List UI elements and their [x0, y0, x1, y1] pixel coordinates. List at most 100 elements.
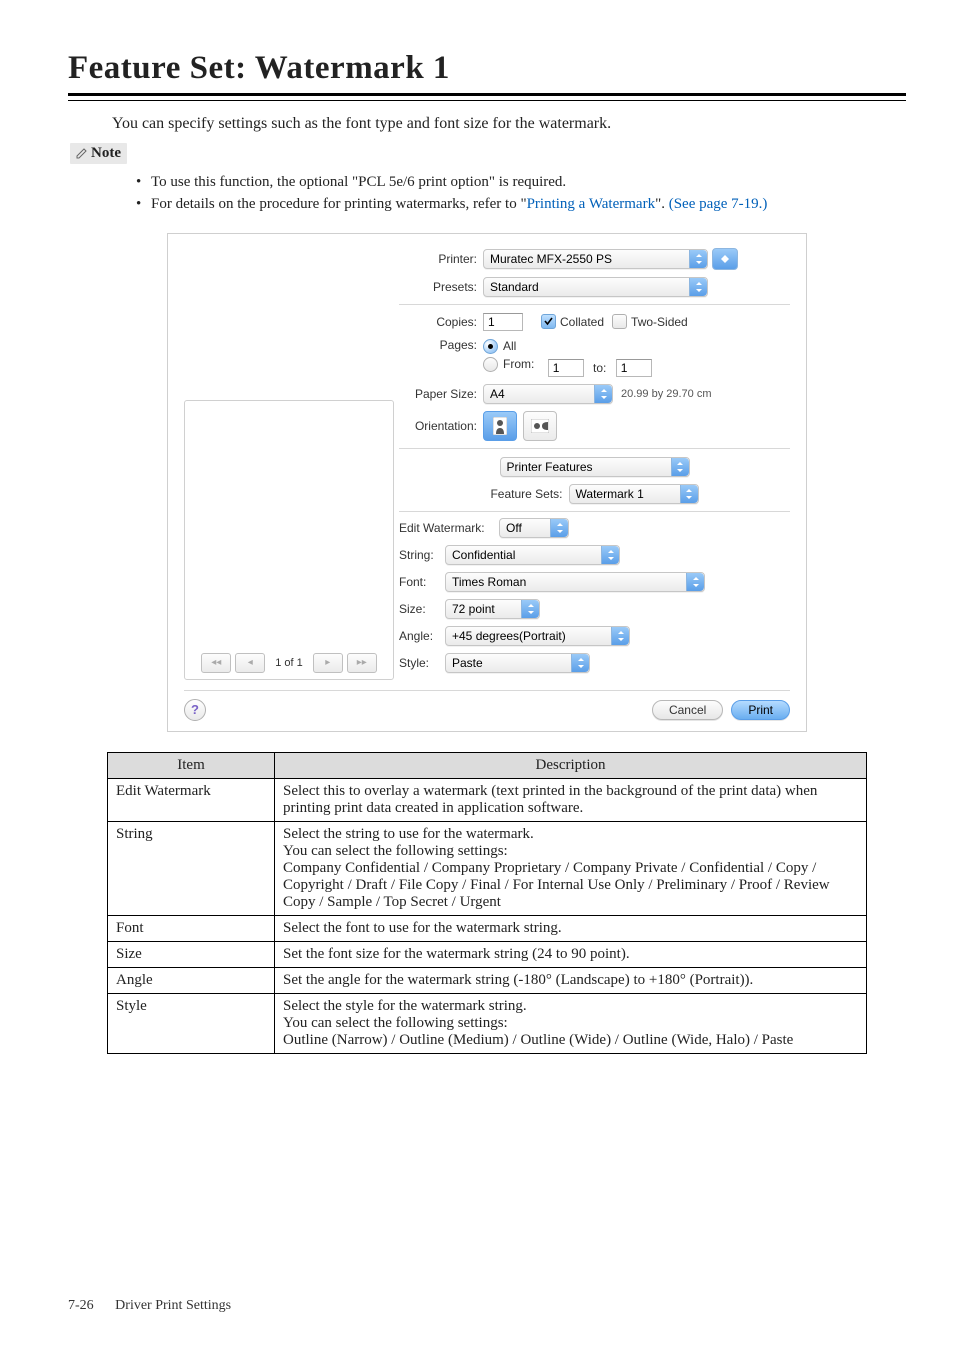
table-cell-desc: Select the font to use for the watermark… [275, 915, 867, 941]
papersize-select[interactable]: A4 [483, 384, 613, 404]
copies-input[interactable]: 1 [483, 313, 523, 331]
table-row: FontSelect the font to use for the water… [108, 915, 867, 941]
footer-page-number: 7-26 [68, 1298, 94, 1313]
cancel-button[interactable]: Cancel [652, 700, 723, 720]
link-printing-watermark[interactable]: Printing a Watermark [527, 196, 655, 212]
table-cell-item: String [108, 821, 275, 915]
note-label: Note [91, 145, 121, 161]
page-footer: 7-26 Driver Print Settings [68, 1298, 231, 1314]
orientation-label: Orientation: [399, 419, 483, 433]
size-value: 72 point [446, 602, 521, 616]
table-cell-desc: Select the style for the watermark strin… [275, 993, 867, 1053]
table-cell-desc: Select the string to use for the waterma… [275, 821, 867, 915]
table-row: StyleSelect the style for the watermark … [108, 993, 867, 1053]
list-item: For details on the procedure for printin… [136, 194, 906, 214]
chevron-updown-icon [689, 278, 707, 296]
editwm-select[interactable]: Off [499, 518, 569, 538]
page-title: Feature Set: Watermark 1 [68, 50, 906, 87]
string-select[interactable]: Confidential [445, 545, 620, 565]
style-label: Style: [399, 656, 445, 670]
bullet-text: To use this function, the optional "PCL … [151, 174, 566, 190]
table-row: AngleSet the angle for the watermark str… [108, 967, 867, 993]
printer-select-value: Muratec MFX-2550 PS [484, 252, 689, 266]
note-bullets: To use this function, the optional "PCL … [136, 172, 906, 215]
twosided-checkbox[interactable]: Two-Sided [612, 314, 688, 329]
featuresets-label: Feature Sets: [490, 487, 562, 501]
bullet-text-mid: ". [655, 196, 669, 212]
nav-prev-button[interactable]: ◂ [235, 653, 265, 673]
preview-thumbnail [191, 407, 387, 645]
pages-from-label: From: [503, 357, 534, 371]
link-see-page[interactable]: (See page 7-19.) [669, 196, 768, 212]
twosided-label: Two-Sided [631, 315, 688, 329]
angle-select[interactable]: +45 degrees(Portrait) [445, 626, 630, 646]
chevron-updown-icon [671, 458, 689, 476]
help-button[interactable]: ? [184, 699, 206, 721]
size-select[interactable]: 72 point [445, 599, 540, 619]
table-cell-desc: Set the font size for the watermark stri… [275, 941, 867, 967]
papersize-dimensions: 20.99 by 29.70 cm [621, 388, 712, 400]
nav-first-button[interactable]: ◂◂ [201, 653, 231, 673]
pages-range-radio[interactable]: From: [483, 357, 534, 372]
string-label: String: [399, 548, 445, 562]
papersize-value: A4 [484, 387, 594, 401]
chevron-updown-icon [550, 519, 568, 537]
panel-select-value: Printer Features [501, 460, 671, 474]
nav-next-button[interactable]: ▸ [313, 653, 343, 673]
printer-info-button[interactable] [712, 248, 738, 270]
table-cell-item: Font [108, 915, 275, 941]
description-table: Item Description Edit WatermarkSelect th… [107, 752, 867, 1054]
angle-label: Angle: [399, 629, 445, 643]
pages-all-radio[interactable]: All [483, 339, 516, 354]
presets-select[interactable]: Standard [483, 277, 708, 297]
orientation-portrait-button[interactable] [483, 411, 517, 441]
table-row: Edit WatermarkSelect this to overlay a w… [108, 778, 867, 821]
style-select[interactable]: Paste [445, 653, 590, 673]
printer-label: Printer: [399, 252, 483, 266]
nav-last-button[interactable]: ▸▸ [347, 653, 377, 673]
table-row: StringSelect the string to use for the w… [108, 821, 867, 915]
lead-text: You can specify settings such as the fon… [112, 115, 906, 133]
font-select[interactable]: Times Roman [445, 572, 705, 592]
person-landscape-icon [531, 419, 549, 433]
collated-checkbox[interactable]: Collated [541, 314, 604, 329]
table-cell-desc: Select this to overlay a watermark (text… [275, 778, 867, 821]
table-header-row: Item Description [108, 752, 867, 778]
pages-to-input[interactable]: 1 [616, 359, 652, 377]
person-portrait-icon [493, 417, 507, 435]
printer-select[interactable]: Muratec MFX-2550 PS [483, 249, 708, 269]
divider [68, 93, 906, 101]
list-item: To use this function, the optional "PCL … [136, 172, 906, 192]
table-cell-item: Edit Watermark [108, 778, 275, 821]
presets-label: Presets: [399, 280, 483, 294]
chevron-updown-icon [689, 250, 707, 268]
print-dialog: ◂◂ ◂ 1 of 1 ▸ ▸▸ Printer: Muratec MFX-25… [167, 233, 807, 732]
pages-label: Pages: [399, 338, 483, 352]
note-badge: Note [70, 143, 127, 164]
table-cell-item: Angle [108, 967, 275, 993]
pages-to-label: to: [593, 361, 606, 375]
bullet-text-pre: For details on the procedure for printin… [151, 196, 527, 212]
font-label: Font: [399, 575, 445, 589]
chevron-updown-icon [571, 654, 589, 672]
print-button[interactable]: Print [731, 700, 790, 720]
featuresets-select[interactable]: Watermark 1 [569, 484, 699, 504]
preview-panel: ◂◂ ◂ 1 of 1 ▸ ▸▸ [184, 400, 394, 680]
orientation-landscape-button[interactable] [523, 411, 557, 441]
editwm-label: Edit Watermark: [399, 521, 499, 535]
chevron-updown-icon [594, 385, 612, 403]
collated-label: Collated [560, 315, 604, 329]
table-cell-item: Size [108, 941, 275, 967]
chevron-updown-icon [686, 573, 704, 591]
preview-nav: ◂◂ ◂ 1 of 1 ▸ ▸▸ [191, 653, 387, 673]
table-header-item: Item [108, 752, 275, 778]
pages-from-input[interactable]: 1 [548, 359, 584, 377]
copies-label: Copies: [399, 315, 483, 329]
table-cell-desc: Set the angle for the watermark string (… [275, 967, 867, 993]
pages-all-label: All [503, 339, 516, 353]
font-value: Times Roman [446, 575, 686, 589]
panel-select[interactable]: Printer Features [500, 457, 690, 477]
chevron-updown-icon [611, 627, 629, 645]
table-header-desc: Description [275, 752, 867, 778]
chevron-updown-icon [521, 600, 539, 618]
